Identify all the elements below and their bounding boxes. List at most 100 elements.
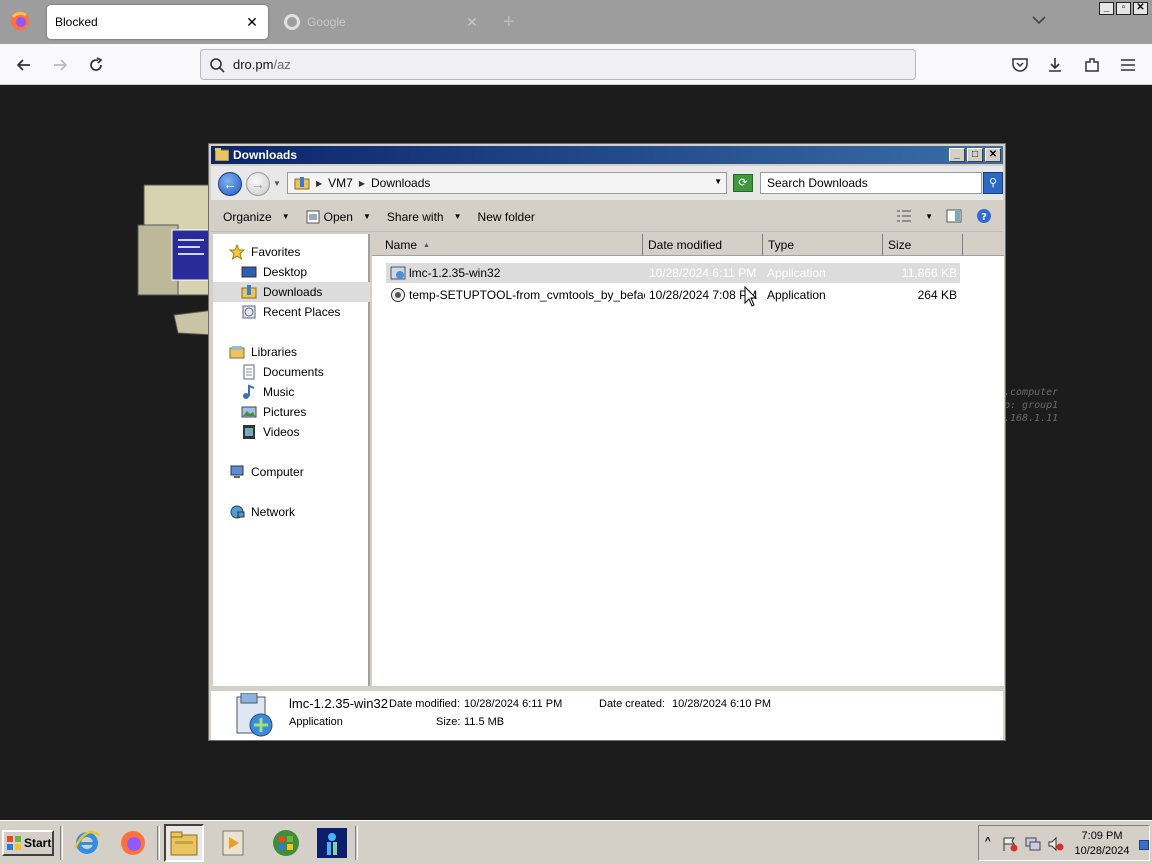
back-arrow-icon[interactable] xyxy=(14,55,34,75)
file-size: 264 KB xyxy=(917,288,957,302)
taskbar-windows-store[interactable] xyxy=(266,824,306,862)
file-list-pane: Name ▲ Date modified Type Size lmc-1.2.35… xyxy=(372,234,1004,686)
minimize-icon[interactable]: _ xyxy=(1099,2,1114,15)
new-tab-icon[interactable]: + xyxy=(503,11,515,34)
nav-recent-places[interactable]: Recent Places xyxy=(213,302,370,322)
action-center-flag-icon[interactable] xyxy=(1001,836,1019,852)
application-icon xyxy=(391,288,405,302)
nav-desktop[interactable]: Desktop xyxy=(213,262,370,282)
volume-muted-icon[interactable] xyxy=(1047,836,1065,852)
nav-computer[interactable]: Computer xyxy=(213,462,370,482)
close-icon[interactable]: ✕ xyxy=(985,148,1001,162)
search-button[interactable]: ⚲ xyxy=(983,172,1003,194)
address-bar[interactable]: ▶ VM7 ▶ Downloads ▼ xyxy=(287,172,727,194)
tab-google[interactable]: Google ✕ xyxy=(276,5,488,39)
forward-button[interactable]: → xyxy=(246,172,270,196)
column-header-name[interactable]: Name ▲ xyxy=(380,234,643,256)
tab-title: Blocked xyxy=(55,15,98,29)
recent-pages-chevron-icon[interactable]: ▼ xyxy=(273,179,281,188)
download-icon[interactable] xyxy=(1045,55,1065,75)
libraries-icon xyxy=(229,346,245,359)
extensions-icon[interactable] xyxy=(1082,55,1102,75)
url-path: /az xyxy=(273,57,291,72)
nav-videos[interactable]: Videos xyxy=(213,422,370,442)
search-input[interactable]: Search Downloads xyxy=(760,172,982,194)
preview-pane-icon[interactable] xyxy=(945,208,963,224)
url-host: dro.pm xyxy=(233,57,274,72)
restore-icon[interactable]: ▫ xyxy=(1116,2,1131,15)
taskbar-media-player[interactable] xyxy=(213,824,253,862)
chevron-right-icon[interactable]: ▶ xyxy=(359,179,365,188)
reload-icon[interactable] xyxy=(86,55,106,75)
breadcrumb-item[interactable]: Downloads xyxy=(371,176,430,190)
music-icon xyxy=(243,384,255,399)
close-icon[interactable]: ✕ xyxy=(464,14,480,30)
url-bar[interactable]: dro.pm/az xyxy=(200,49,916,80)
chevron-down-icon[interactable] xyxy=(1030,11,1048,29)
terminal-line: .168.1.11 xyxy=(1004,413,1059,424)
network-status-icon[interactable] xyxy=(1024,836,1042,852)
breadcrumb-item[interactable]: VM7 xyxy=(328,176,353,190)
nav-label: Computer xyxy=(251,465,304,479)
chevron-down-icon[interactable]: ▼ xyxy=(714,177,722,186)
terminal-text: .computer p: group1 .168.1.11 xyxy=(1004,386,1058,425)
column-header-date-modified[interactable]: Date modified xyxy=(643,234,763,256)
close-icon[interactable]: ✕ xyxy=(1133,2,1148,15)
nav-network[interactable]: Network xyxy=(213,502,370,522)
nav-pictures[interactable]: Pictures xyxy=(213,402,370,422)
file-row[interactable]: temp-SETUPTOOL-from_cvmtools_by_befaci 1… xyxy=(386,285,960,305)
downloads-folder-icon xyxy=(241,285,257,299)
chevron-down-icon: ▼ xyxy=(453,212,462,221)
chevron-right-icon[interactable]: ▶ xyxy=(316,179,322,188)
nav-favorites[interactable]: Favorites xyxy=(213,242,370,262)
taskbar-network-tool[interactable] xyxy=(312,824,352,862)
show-desktop-button[interactable] xyxy=(1139,840,1149,850)
nav-libraries[interactable]: Libraries xyxy=(213,342,370,362)
window-title: Downloads xyxy=(233,148,298,162)
clock-date: 10/28/2024 xyxy=(1074,845,1130,857)
menu-icon[interactable] xyxy=(1118,55,1138,75)
nav-documents[interactable]: Documents xyxy=(213,362,370,382)
open-button[interactable]: Open ▼ xyxy=(306,210,371,224)
firefox-icon[interactable] xyxy=(10,11,30,31)
chevron-down-icon[interactable]: ▼ xyxy=(925,212,933,221)
windows-orb-icon xyxy=(273,830,299,856)
share-with-button[interactable]: Share with ▼ xyxy=(387,210,462,224)
explorer-window: Downloads _ □ ✕ ← → ▼ ▶ VM7 ▶ Downloads … xyxy=(208,143,1006,741)
taskbar: Start ^ 7:09 PM 10/28/2024 xyxy=(0,820,1152,864)
maximize-icon[interactable]: □ xyxy=(967,148,983,162)
help-icon[interactable]: ? xyxy=(975,208,993,224)
close-icon[interactable]: ✕ xyxy=(244,14,260,30)
file-name: lmc-1.2.35-win32 xyxy=(409,266,501,280)
explorer-title-bar[interactable]: Downloads _ □ ✕ xyxy=(211,146,1003,164)
column-label: Size xyxy=(888,238,912,252)
forward-arrow-icon[interactable] xyxy=(50,55,70,75)
change-view-icon[interactable] xyxy=(895,208,913,224)
svg-text:?: ? xyxy=(981,212,987,223)
browser-nav-bar: dro.pm/az xyxy=(0,44,1152,85)
tab-blocked[interactable]: Blocked ✕ xyxy=(47,5,268,39)
back-button[interactable]: ← xyxy=(218,172,242,196)
taskbar-firefox[interactable] xyxy=(113,824,153,862)
nav-music[interactable]: Music xyxy=(213,382,370,402)
taskbar-explorer[interactable] xyxy=(164,824,204,862)
clock[interactable]: 7:09 PM 10/28/2024 xyxy=(1069,829,1135,859)
column-header-size[interactable]: Size xyxy=(883,234,963,256)
back-arrow-icon: ← xyxy=(223,176,237,192)
navigation-pane: Favorites Desktop Downloads Recent Place… xyxy=(213,234,370,686)
column-headers: Name ▲ Date modified Type Size xyxy=(372,234,1004,256)
share-with-label: Share with xyxy=(386,209,444,224)
nav-downloads[interactable]: Downloads xyxy=(213,282,370,302)
taskbar-internet-explorer[interactable] xyxy=(67,824,107,862)
organize-button[interactable]: Organize ▼ xyxy=(223,210,290,224)
new-folder-button[interactable]: New folder xyxy=(478,210,535,224)
google-icon xyxy=(284,14,300,30)
column-header-type[interactable]: Type xyxy=(763,234,883,256)
file-row[interactable]: lmc-1.2.35-win32 10/28/2024 6:11 PM Appl… xyxy=(386,263,960,283)
show-hidden-icons-icon[interactable]: ^ xyxy=(985,836,991,847)
refresh-button[interactable]: ⟳ xyxy=(733,174,753,192)
start-button[interactable]: Start xyxy=(2,830,54,856)
pocket-icon[interactable] xyxy=(1010,55,1030,75)
minimize-icon[interactable]: _ xyxy=(949,148,965,162)
pictures-icon xyxy=(241,406,257,418)
